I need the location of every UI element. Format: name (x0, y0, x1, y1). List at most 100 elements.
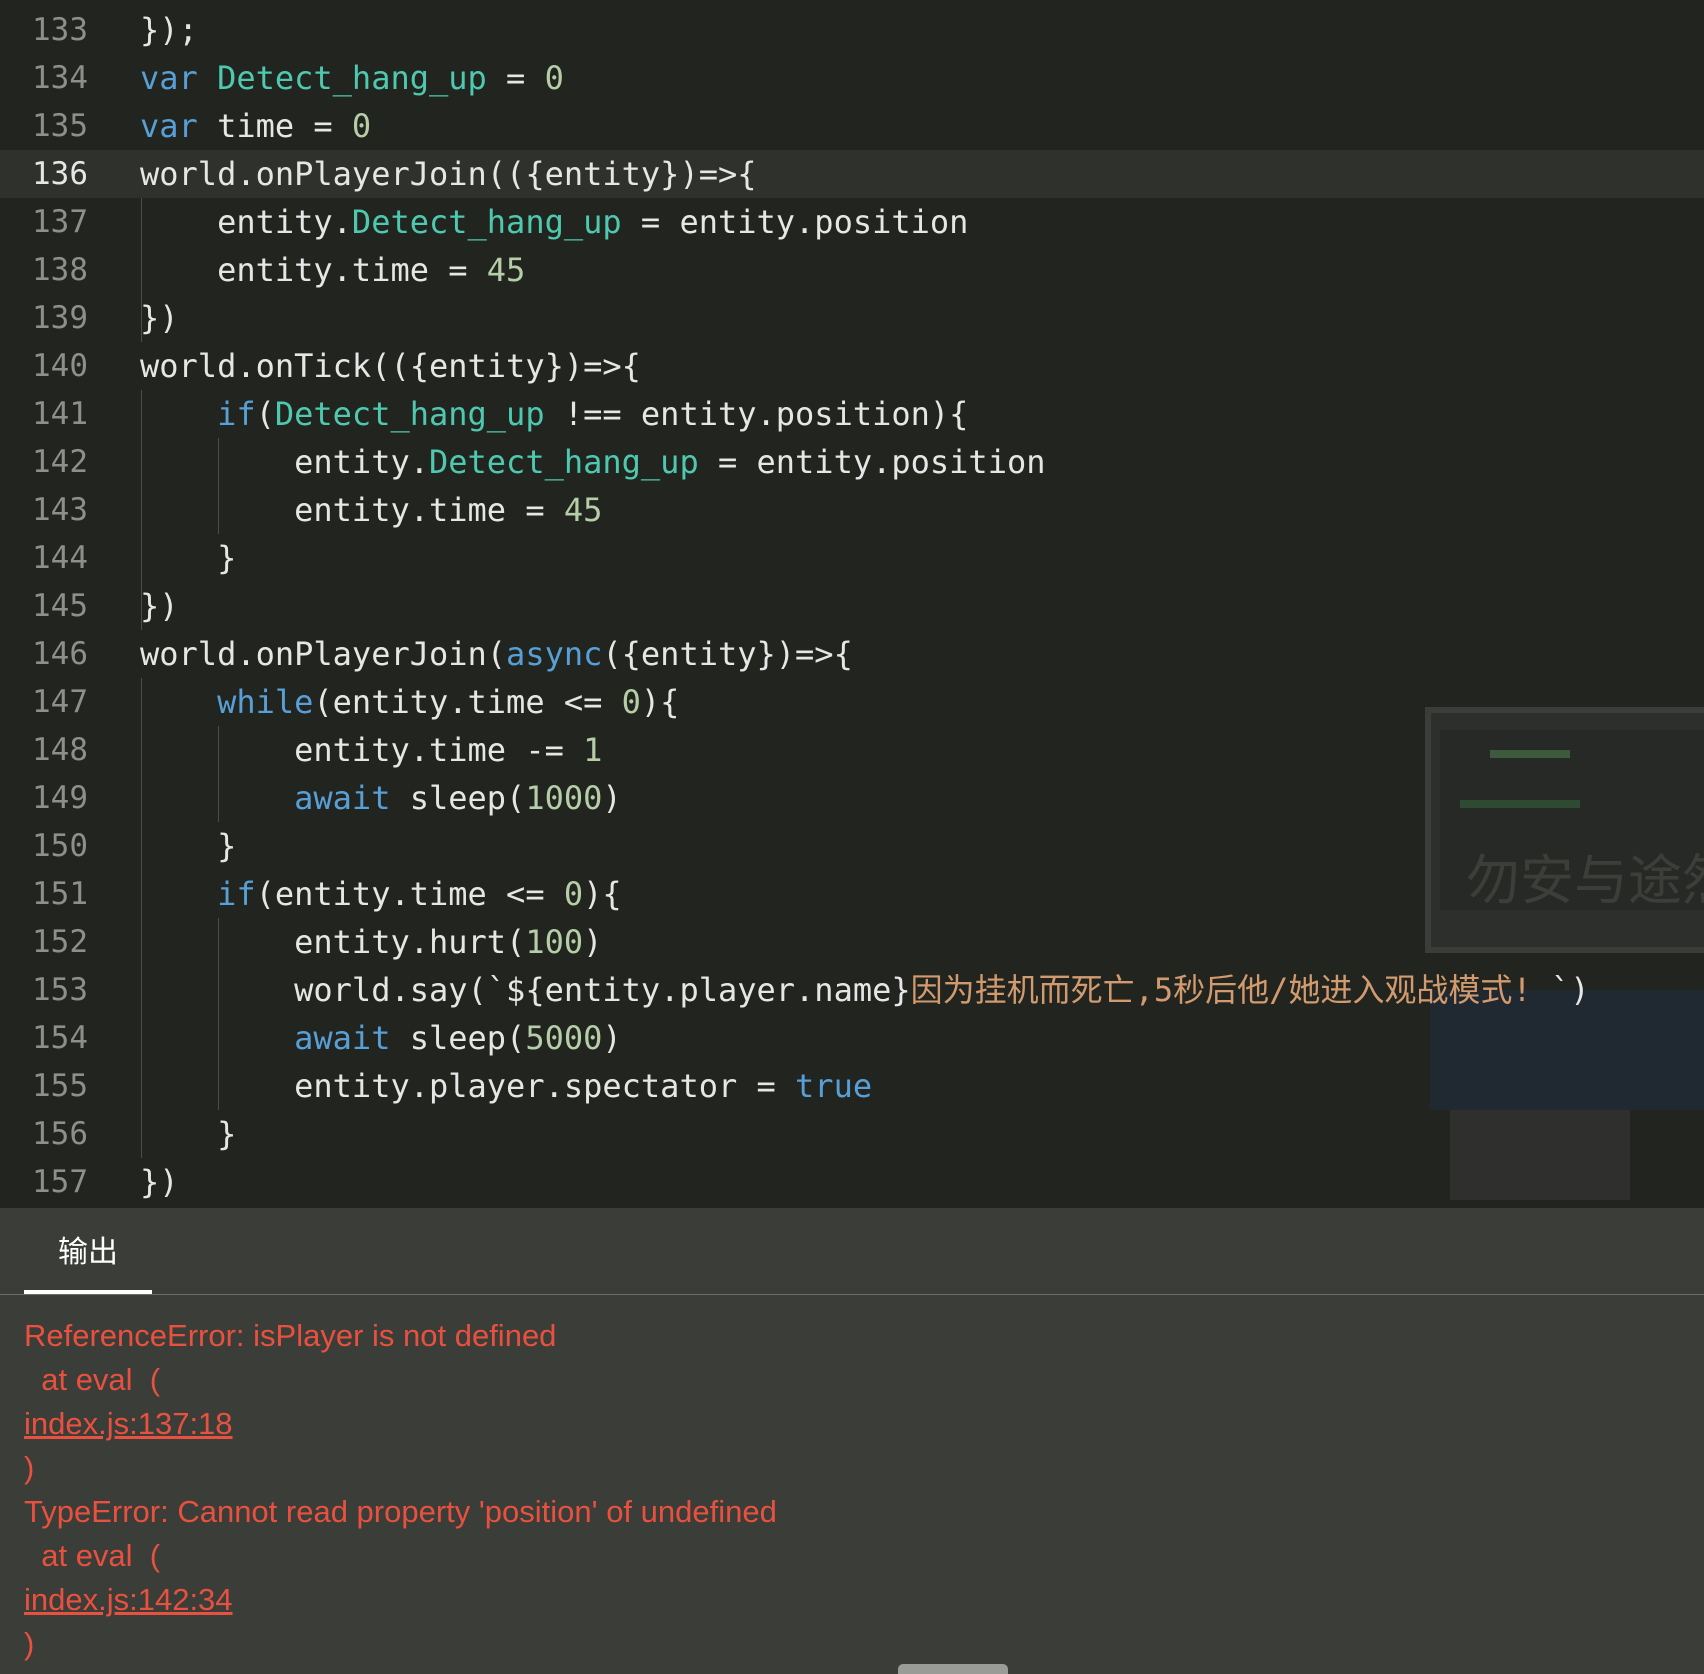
code-line[interactable]: 144 } (0, 534, 1704, 582)
line-code: } (140, 539, 237, 577)
line-number: 138 (32, 252, 88, 288)
line-code: } (140, 827, 237, 865)
code-line[interactable]: 147 while(entity.time <= 0){ (0, 678, 1704, 726)
output-line: TypeError: Cannot read property 'positio… (24, 1490, 777, 1534)
line-code: if(Detect_hang_up !== entity.position){ (217, 395, 969, 433)
code-line[interactable]: 154 await sleep(5000) (0, 1014, 1704, 1062)
line-code: var time = 0 (140, 107, 372, 145)
line-number: 148 (32, 732, 88, 768)
line-code: entity.time -= 1 (140, 731, 603, 769)
error-location-suffix: ) (24, 1450, 35, 1485)
line-number: 152 (32, 924, 88, 960)
code-line[interactable]: 135 var time = 0 (0, 102, 1704, 150)
line-code: entity.Detect_hang_up = entity.position (140, 443, 1046, 481)
line-number: 141 (32, 396, 88, 432)
line-number: 154 (32, 1020, 88, 1056)
indent-guide (141, 678, 142, 1158)
line-number: 150 (32, 828, 88, 864)
indent-guide (218, 726, 219, 822)
output-line: index.js:142:34 (24, 1578, 233, 1622)
line-number: 139 (32, 300, 88, 336)
line-code: world.onTick(({entity})=>{ (140, 347, 641, 385)
line-number: 145 (32, 588, 88, 624)
line-code: while(entity.time <= 0){ (217, 683, 680, 721)
code-line[interactable]: 151 if(entity.time <= 0){ (0, 870, 1704, 918)
line-number: 143 (32, 492, 88, 528)
output-line: ) (24, 1622, 34, 1666)
code-line[interactable]: 148 entity.time -= 1 (0, 726, 1704, 774)
error-source-link[interactable]: index.js:137:18 (24, 1406, 233, 1441)
code-line[interactable]: 143 entity.time = 45 (0, 486, 1704, 534)
indent-guide (218, 918, 219, 1110)
code-line[interactable]: 153 world.say(`${entity.player.name}因为挂机… (0, 966, 1704, 1014)
line-number: 156 (32, 1116, 88, 1152)
line-code: }) (140, 1163, 179, 1201)
line-code: }) (140, 299, 179, 337)
line-code: entity.hurt(100) (140, 923, 603, 961)
code-line[interactable]: 142 entity.Detect_hang_up = entity.posit… (0, 438, 1704, 486)
error-message: TypeError: Cannot read property 'positio… (24, 1494, 777, 1529)
code-line[interactable]: 155 entity.player.spectator = true (0, 1062, 1704, 1110)
line-code: world.onPlayerJoin(async({entity})=>{ (140, 635, 853, 673)
line-number: 135 (32, 108, 88, 144)
code-line[interactable]: 149 await sleep(1000) (0, 774, 1704, 822)
code-line[interactable]: 140 world.onTick(({entity})=>{ (0, 342, 1704, 390)
line-number: 140 (32, 348, 88, 384)
line-number: 136 (32, 156, 88, 192)
line-number: 144 (32, 540, 88, 576)
indent-guide (141, 390, 142, 630)
code-line[interactable]: 150 } (0, 822, 1704, 870)
code-line[interactable]: 136 world.onPlayerJoin(({entity})=>{ (0, 150, 1704, 198)
code-line[interactable]: 138 entity.time = 45 (0, 246, 1704, 294)
line-number: 137 (32, 204, 88, 240)
panel-resize-handle[interactable] (898, 1664, 1008, 1674)
line-code: world.onPlayerJoin(({entity})=>{ (140, 155, 757, 193)
output-line: index.js:137:18 (24, 1402, 233, 1446)
line-number: 142 (32, 444, 88, 480)
output-tab-bar: 输出 (0, 1208, 1704, 1295)
active-tab-indicator (24, 1290, 152, 1294)
error-source-link[interactable]: index.js:142:34 (24, 1582, 233, 1617)
line-number: 134 (32, 60, 88, 96)
tab-output[interactable]: 输出 (24, 1208, 152, 1294)
code-line[interactable]: 133}); (0, 6, 1704, 54)
output-line: ReferenceError: isPlayer is not defined (24, 1314, 556, 1358)
line-code: if(entity.time <= 0){ (217, 875, 622, 913)
line-code: entity.time = 45 (140, 491, 603, 529)
code-line[interactable]: 145}) (0, 582, 1704, 630)
line-code: await sleep(5000) (294, 1019, 622, 1057)
code-line[interactable]: 152 entity.hurt(100) (0, 918, 1704, 966)
line-number: 155 (32, 1068, 88, 1104)
line-code: entity.Detect_hang_up = entity.position (140, 203, 969, 241)
code-line[interactable]: 137 entity.Detect_hang_up = entity.posit… (0, 198, 1704, 246)
output-panel: 输出 ReferenceError: isPlayer is not defin… (0, 1208, 1704, 1674)
error-location-suffix: ) (24, 1626, 35, 1661)
error-location-prefix: at eval ( (24, 1538, 161, 1573)
output-line: ) (24, 1446, 34, 1490)
line-number: 133 (32, 12, 88, 48)
line-code: await sleep(1000) (294, 779, 622, 817)
line-number: 157 (32, 1164, 88, 1200)
line-code: }) (140, 587, 179, 625)
code-line[interactable]: 157}) (0, 1158, 1704, 1206)
output-line: at eval ( (24, 1358, 160, 1402)
code-line[interactable]: 139}) (0, 294, 1704, 342)
code-line[interactable]: 156 } (0, 1110, 1704, 1158)
error-message: ReferenceError: isPlayer is not defined (24, 1318, 557, 1353)
code-editor[interactable]: 勿安与途然 133});134var Detect_hang_up = 0135… (0, 0, 1704, 1208)
code-line[interactable]: 141 if(Detect_hang_up !== entity.positio… (0, 390, 1704, 438)
line-code: }); (140, 11, 198, 49)
line-code: } (140, 1115, 237, 1153)
line-code: world.say(`${entity.player.name}因为挂机而死亡,… (140, 971, 1590, 1009)
line-number: 153 (32, 972, 88, 1008)
line-code: entity.player.spectator = true (140, 1067, 873, 1105)
line-code: entity.time = 45 (140, 251, 526, 289)
indent-guide (218, 438, 219, 534)
error-location-prefix: at eval ( (24, 1362, 161, 1397)
output-line: at eval ( (24, 1534, 160, 1578)
code-line[interactable]: 134 var Detect_hang_up = 0 (0, 54, 1704, 102)
code-line[interactable]: 146 world.onPlayerJoin(async({entity})=>{ (0, 630, 1704, 678)
indent-guide (141, 198, 142, 342)
line-number: 149 (32, 780, 88, 816)
line-code: var Detect_hang_up = 0 (140, 59, 564, 97)
